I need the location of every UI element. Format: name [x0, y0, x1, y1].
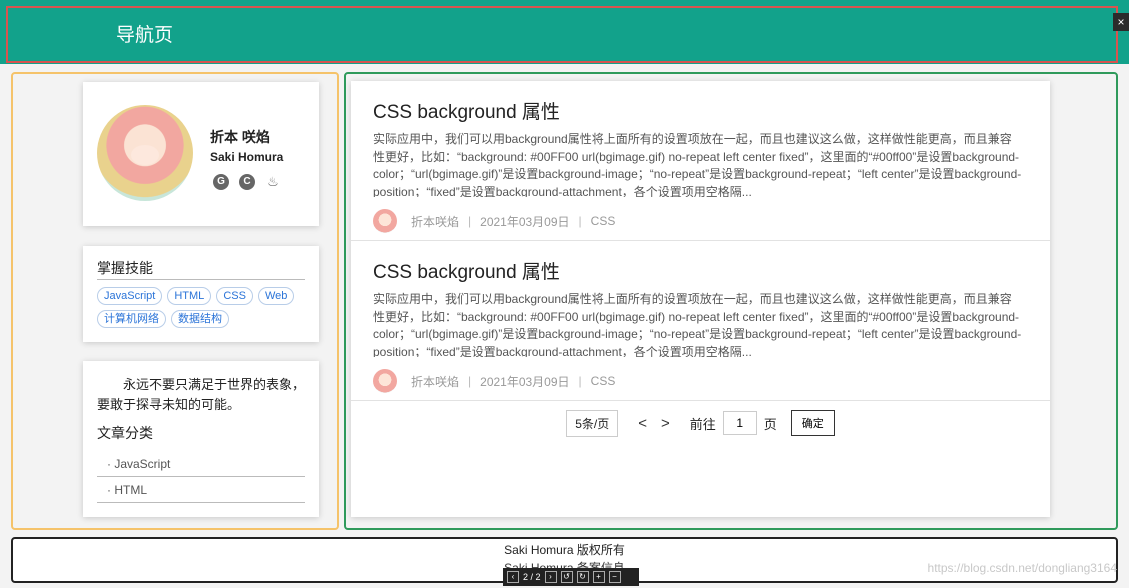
zoom-in-icon[interactable]: +	[592, 571, 605, 583]
divider	[97, 279, 305, 280]
skill-tags: JavaScript HTML CSS Web 计算机网络 数据结构	[97, 287, 307, 328]
skills-card: 掌握技能 JavaScript HTML CSS Web 计算机网络 数据结构	[83, 246, 319, 342]
skill-tag[interactable]: JavaScript	[97, 287, 163, 305]
page-indicator: 2 / 2	[523, 572, 541, 582]
zoom-out-icon[interactable]: −	[608, 571, 621, 583]
avatar[interactable]	[97, 105, 193, 201]
juejin-icon[interactable]: ♨	[265, 174, 281, 190]
viewer-toolbar: ‹ 2 / 2 › ↺ ↻ + −	[503, 568, 639, 586]
page-title[interactable]: 导航页	[116, 20, 173, 47]
skills-title: 掌握技能	[97, 260, 153, 276]
skill-tag[interactable]: Web	[257, 287, 295, 305]
author-avatar	[373, 209, 397, 233]
skill-tag[interactable]: 计算机网络	[97, 310, 166, 328]
goto-label: 前往	[689, 416, 716, 432]
motto-text: 永远不要只满足于世界的表象，要敢于探寻未知的可能。	[97, 377, 306, 412]
article-list: CSS background 属性 实际应用中，我们可以用background属…	[351, 81, 1050, 517]
profile-card: 折本 咲焰 Saki Homura G C ♨	[83, 82, 319, 226]
skill-tag[interactable]: CSS	[216, 287, 253, 305]
article-meta: 折本咲焰 | 2021年03月09日 | CSS	[373, 369, 615, 393]
prev-icon[interactable]: ‹	[507, 571, 519, 583]
confirm-button[interactable]: 确定	[790, 410, 835, 436]
top-navbar: 导航页 ×	[0, 0, 1129, 64]
copyright-text: Saki Homura 版权所有	[504, 543, 625, 557]
category-list: · JavaScript · HTML	[97, 451, 305, 503]
article-author: 折本咲焰	[411, 374, 460, 389]
author-avatar	[373, 369, 397, 393]
article-date: 2021年03月09日	[480, 374, 570, 389]
article-excerpt: 实际应用中，我们可以用background属性将上面所有的设置项放在一起，而且也…	[373, 132, 1022, 197]
page-suffix: 页	[763, 416, 777, 432]
article-tag[interactable]: CSS	[591, 214, 616, 228]
page-number-input[interactable]	[722, 411, 757, 435]
article-author: 折本咲焰	[411, 214, 460, 229]
skill-tag[interactable]: HTML	[167, 287, 212, 305]
article-excerpt: 实际应用中，我们可以用background属性将上面所有的设置项放在一起，而且也…	[373, 292, 1022, 357]
quote-card: 永远不要只满足于世界的表象，要敢于探寻未知的可能。 文章分类 · JavaScr…	[83, 361, 319, 517]
article-item[interactable]: CSS background 属性 实际应用中，我们可以用background属…	[351, 241, 1050, 401]
prev-page-icon[interactable]: <	[638, 415, 647, 432]
watermark: https://blog.csdn.net/dongliang3164	[927, 561, 1117, 575]
article-meta: 折本咲焰 | 2021年03月09日 | CSS	[373, 209, 615, 233]
page-size-select[interactable]: 5条/页	[566, 409, 619, 437]
profile-name: 折本 咲焰	[210, 129, 270, 145]
pagination: 5条/页 < > 前往 页 确定	[351, 403, 1050, 443]
main-content: CSS background 属性 实际应用中，我们可以用background属…	[344, 72, 1118, 530]
github-icon[interactable]: G	[213, 174, 229, 190]
profile-english-name: Saki Homura	[210, 150, 284, 164]
article-tag[interactable]: CSS	[591, 374, 616, 388]
article-date: 2021年03月09日	[480, 214, 570, 229]
article-item[interactable]: CSS background 属性 实际应用中，我们可以用background属…	[351, 81, 1050, 241]
csdn-icon[interactable]: C	[239, 174, 255, 190]
category-item[interactable]: · JavaScript	[97, 451, 305, 477]
close-icon[interactable]: ×	[1113, 13, 1129, 31]
category-item[interactable]: · HTML	[97, 477, 305, 503]
article-title[interactable]: CSS background 属性	[373, 97, 560, 124]
article-title[interactable]: CSS background 属性	[373, 257, 560, 284]
left-sidebar: 折本 咲焰 Saki Homura G C ♨ 掌握技能 JavaScript …	[11, 72, 339, 530]
next-page-icon[interactable]: >	[661, 415, 670, 432]
rotate-right-icon[interactable]: ↻	[576, 571, 589, 583]
skill-tag[interactable]: 数据结构	[171, 310, 229, 328]
next-icon[interactable]: ›	[544, 571, 557, 583]
rotate-left-icon[interactable]: ↺	[560, 571, 573, 583]
categories-title: 文章分类	[97, 425, 153, 441]
